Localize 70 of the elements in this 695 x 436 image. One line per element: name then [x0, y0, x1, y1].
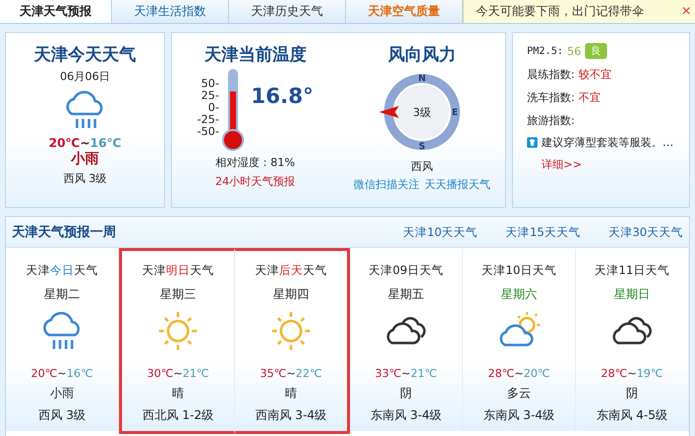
section-title: 天津天气预报一周 — [12, 224, 116, 241]
condition-text: 晴 — [285, 385, 297, 402]
tab[interactable]: 天津空气质量 — [346, 0, 463, 23]
forecast-range-link[interactable]: 天津10天天气 — [403, 224, 478, 240]
condition-text: 小雨 — [50, 385, 74, 402]
wind-text: 东南风 4-5级 — [596, 407, 668, 424]
weekday-text: 星期三 — [160, 286, 196, 303]
wind-text: 西风 3级 — [63, 171, 107, 186]
day-title: 天津11日天气 — [594, 263, 670, 278]
forecast-range-link[interactable]: 天津15天天气 — [506, 224, 580, 240]
temperature-range: 35℃~22℃ — [260, 367, 322, 380]
pm-value: 56 — [567, 44, 582, 58]
advice-text: 建议穿薄型套装等服装。… 详细>> — [542, 135, 675, 173]
weekday-text: 星期日 — [614, 286, 650, 303]
thermometer-icon — [221, 68, 246, 152]
index-label: 旅游指数: — [527, 113, 575, 128]
index-label: 晨练指数: — [527, 67, 575, 82]
panel-title: 天津当前温度 — [204, 44, 306, 66]
panel-title: 风向风力 — [388, 44, 456, 66]
condition-text: 阴 — [400, 385, 412, 402]
temperature-range: 28℃~20℃ — [488, 367, 550, 380]
condition-text: 晴 — [172, 385, 184, 402]
current-temperature: 16.8° — [251, 84, 314, 108]
wind-direction: 西风 — [410, 159, 433, 174]
wechat-link[interactable]: 微信扫描关注 — [353, 177, 420, 192]
scale-label: 50- — [201, 78, 220, 90]
index-label: 洗车指数: — [527, 90, 575, 105]
condition-text: 小雨 — [71, 150, 99, 168]
temperature-range: 20℃~16℃ — [31, 367, 93, 380]
tab[interactable]: 天津历史天气 — [229, 0, 346, 23]
close-button[interactable]: × — [678, 2, 695, 20]
wind-text: 西风 3级 — [38, 407, 86, 424]
humidity-text: 相对湿度：81% — [216, 155, 295, 170]
wind-text: 西北风 1-2级 — [142, 407, 214, 424]
wechat-link[interactable]: 天天播报天气 — [424, 177, 490, 192]
scale-label: -50- — [197, 126, 220, 138]
tab[interactable]: 天津生活指数 — [112, 0, 229, 23]
temperature-range: 30℃~21℃ — [147, 367, 209, 380]
weekday-text: 星期六 — [501, 286, 537, 303]
day-title: 天津今日 天气 — [26, 263, 98, 278]
wind-text: 东南风 3-4级 — [483, 407, 555, 424]
day-title: 天津10日天气 — [482, 263, 556, 278]
panel-title: 天津今天天气 — [34, 44, 136, 66]
tab[interactable]: 天津天气预报 — [0, 0, 112, 23]
scale-label: -25- — [197, 114, 220, 126]
notice-text: 今天可能要下雨，出门记得带伞 — [476, 3, 644, 20]
weekday-text: 星期五 — [388, 286, 424, 303]
index-value: 不宜 — [578, 90, 601, 105]
scale-label: 25- — [201, 90, 220, 102]
condition-text: 阴 — [626, 385, 638, 402]
condition-text: 多云 — [507, 385, 531, 402]
shirt-icon — [527, 136, 538, 149]
index-value: 较不宜 — [578, 67, 612, 82]
wind-text: 西南风 3-4级 — [255, 407, 327, 424]
scale-label: 0- — [208, 102, 220, 114]
details-link[interactable]: 详细>> — [542, 158, 582, 171]
temperature-range: 20℃~16℃ — [48, 136, 122, 150]
date-text: 06月06日 — [60, 69, 110, 84]
temperature-range: 28℃~19℃ — [601, 367, 663, 380]
weekday-text: 星期二 — [44, 286, 80, 303]
day-title: 天津09日天气 — [368, 263, 444, 278]
forecast-range-link[interactable]: 天津30天天气 — [608, 224, 683, 240]
wind-text: 东南风 3-4级 — [370, 407, 442, 424]
day-title: 天津后天天气 — [255, 263, 327, 278]
temperature-range: 33℃~21℃ — [375, 367, 437, 380]
pm-label: PM2.5: — [527, 46, 564, 56]
day-title: 天津明日 天气 — [142, 263, 214, 278]
weekday-text: 星期四 — [273, 286, 309, 303]
forecast-link[interactable]: 24小时天气预报 — [215, 174, 296, 189]
air-quality-badge: 良 — [585, 43, 608, 59]
